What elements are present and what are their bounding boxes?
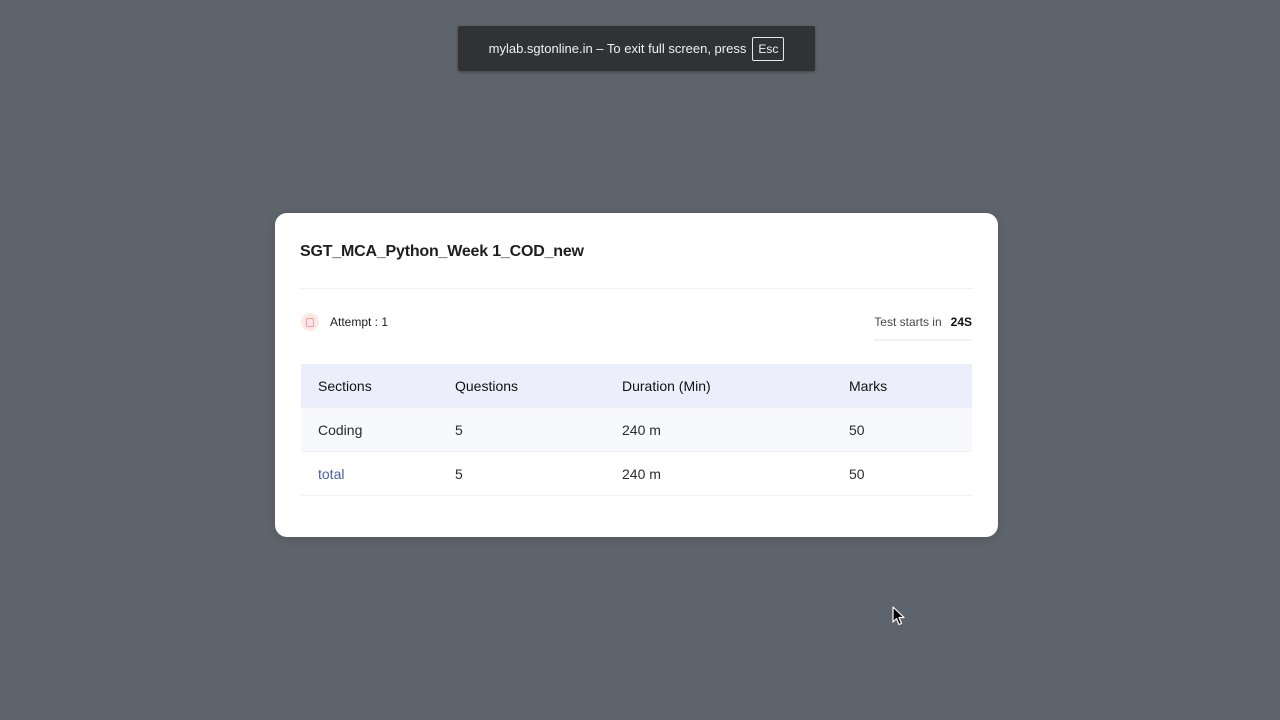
header-duration: Duration (Min) — [622, 377, 711, 394]
header-questions: Questions — [455, 377, 519, 394]
test-instructions-card: SGT_MCA_Python_Week 1_COD_new Attempt : … — [275, 213, 998, 537]
table-header-row: Sections Questions Duration (Min) Marks — [301, 364, 972, 408]
mouse-cursor-icon — [892, 606, 905, 626]
title-divider — [300, 288, 973, 289]
cell-section: Coding — [318, 421, 363, 438]
timer-label: Test starts in — [874, 315, 942, 329]
table-row: Coding 5 240 m 50 — [301, 408, 972, 452]
esc-key-hint: Esc — [752, 36, 785, 61]
cell-questions: 5 — [455, 421, 463, 438]
attempt-label: Attempt : 1 — [330, 315, 389, 329]
fullscreen-notice-text: mylab.sgtonline.in – To exit full screen… — [488, 41, 747, 56]
sections-table: Sections Questions Duration (Min) Marks … — [301, 364, 972, 496]
header-marks: Marks — [849, 377, 888, 394]
attempt-info: Attempt : 1 — [301, 313, 388, 331]
table-total-row: total 5 240 m 50 — [301, 452, 972, 496]
total-link[interactable]: total — [301, 466, 455, 482]
cell-duration: 240 m — [622, 421, 661, 438]
total-marks: 50 — [849, 465, 865, 482]
test-title: SGT_MCA_Python_Week 1_COD_new — [300, 243, 584, 260]
header-sections: Sections — [318, 377, 372, 394]
total-duration: 240 m — [622, 465, 661, 482]
timer-value: 24S — [950, 315, 972, 329]
fullscreen-notice: mylab.sgtonline.in – To exit full screen… — [458, 26, 815, 71]
cell-marks: 50 — [849, 421, 865, 438]
clipboard-icon — [301, 313, 319, 331]
test-start-timer: Test starts in 24S — [874, 315, 972, 341]
page: mylab.sgtonline.in – To exit full screen… — [0, 0, 1280, 720]
total-questions: 5 — [455, 465, 463, 482]
